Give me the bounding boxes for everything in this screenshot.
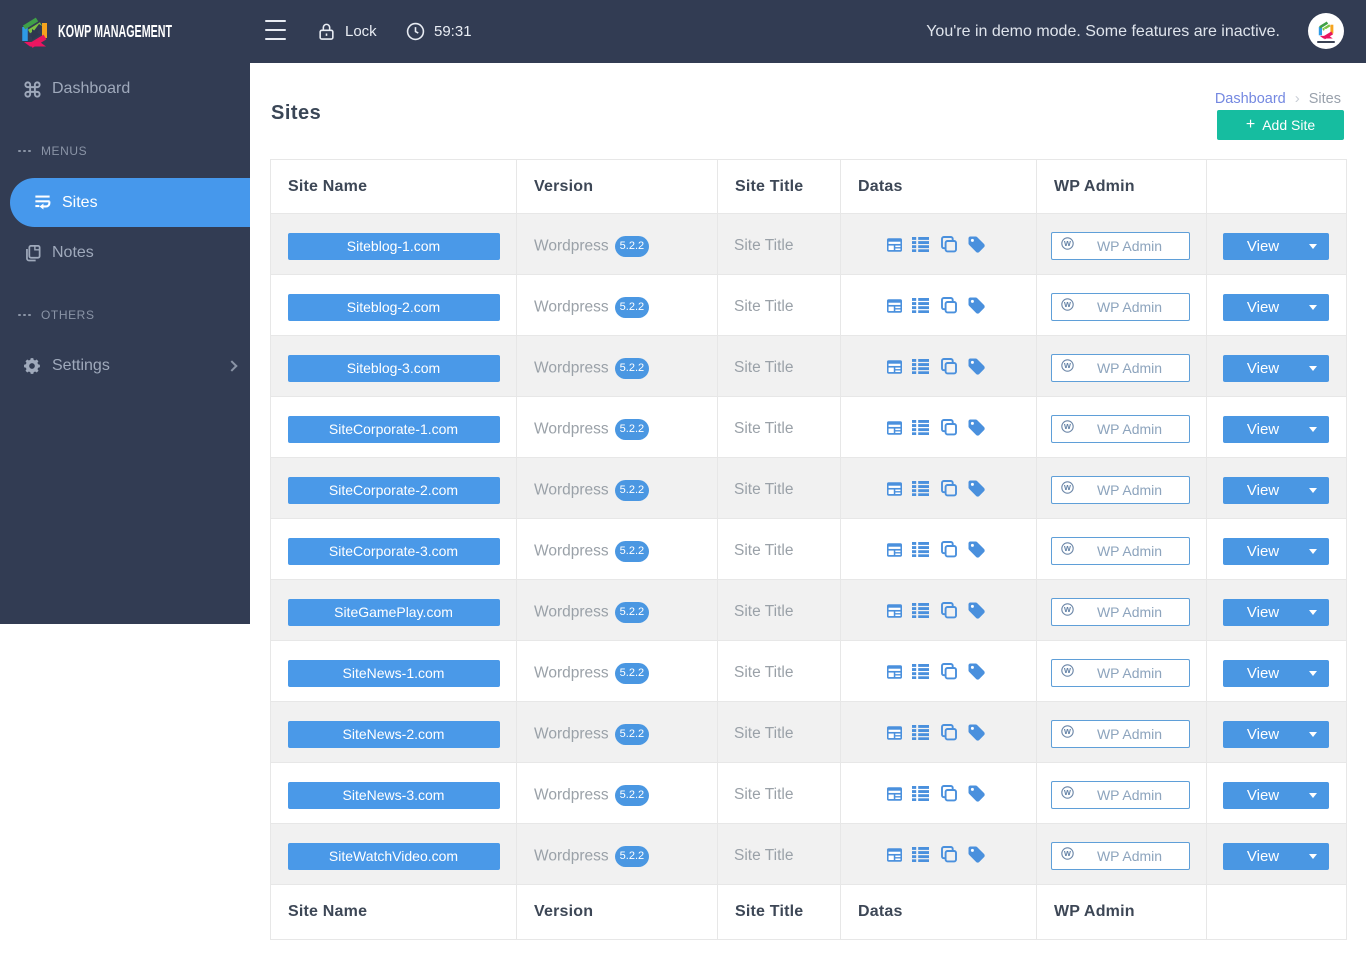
svg-text:W: W: [1064, 422, 1071, 431]
svg-text:W: W: [1064, 605, 1071, 614]
svg-text:W: W: [1064, 849, 1071, 858]
svg-text:W: W: [1064, 666, 1071, 675]
svg-text:W: W: [1064, 239, 1071, 248]
svg-text:W: W: [1064, 788, 1071, 797]
svg-text:W: W: [1064, 300, 1071, 309]
svg-text:W: W: [1064, 483, 1071, 492]
svg-text:W: W: [1064, 361, 1071, 370]
svg-text:W: W: [1064, 544, 1071, 553]
svg-text:W: W: [1064, 727, 1071, 736]
